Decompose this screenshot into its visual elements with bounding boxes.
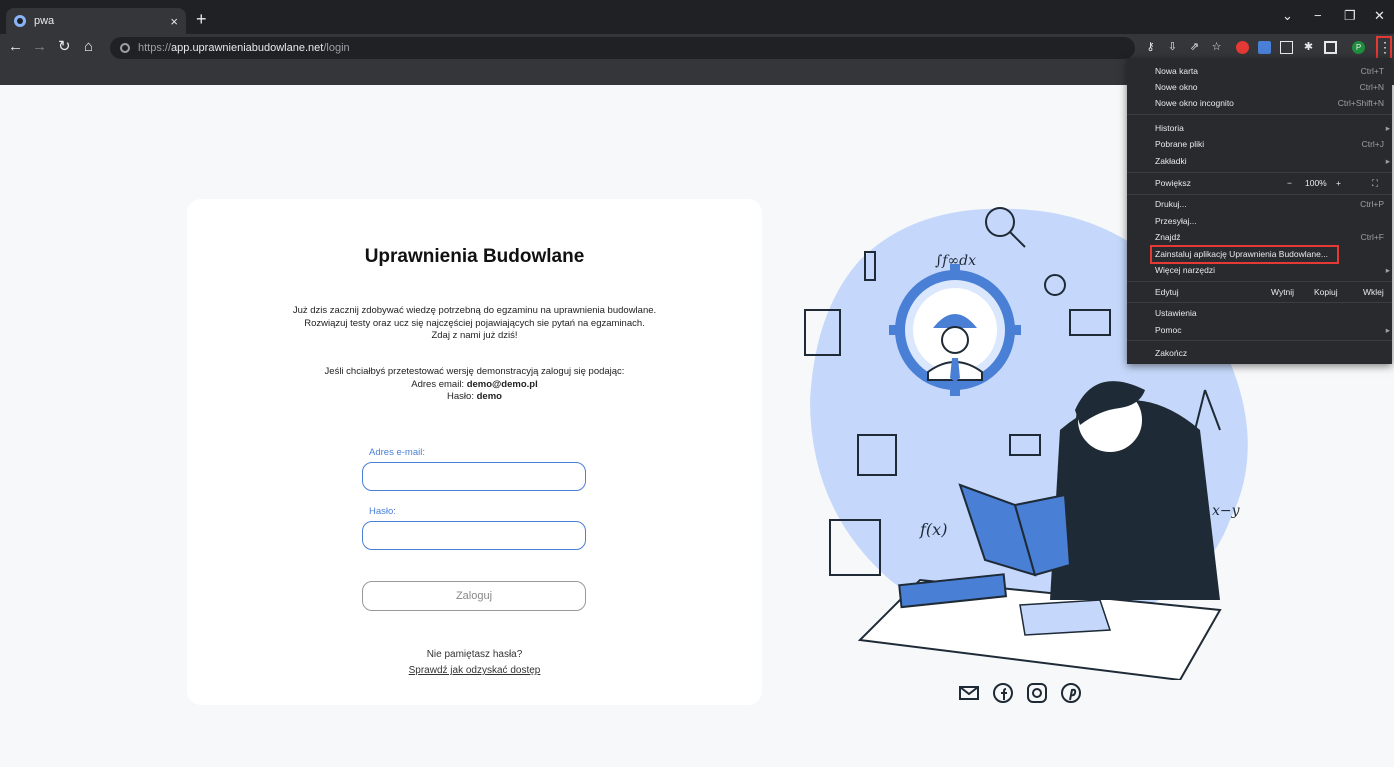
demo-password: Hasło: demo [447, 391, 502, 402]
menu-item-new-window[interactable]: Nowe okno Ctrl+N [1127, 79, 1392, 95]
menu-separator [1127, 172, 1392, 173]
instagram-icon[interactable] [1026, 682, 1048, 704]
forgot-password-text: Nie pamiętasz hasła? [426, 649, 523, 660]
demo-intro: Jeśli chciałbyś przetestować wersję demo… [324, 366, 625, 377]
bookmark-star-icon[interactable]: ☆ [1210, 41, 1223, 54]
minimize-button[interactable]: − [1314, 8, 1322, 23]
extension-screen-icon[interactable] [1280, 41, 1293, 54]
key-icon[interactable]: ⚷ [1144, 41, 1157, 54]
page-title: Uprawnienia Budowlane [364, 246, 585, 267]
paste-button[interactable]: Wklej [1363, 284, 1384, 300]
tab-close-button[interactable]: × [170, 14, 178, 29]
email-field[interactable] [362, 462, 586, 491]
url-scheme: https:// [138, 42, 172, 54]
integral-formula: ∫f∞dx [935, 253, 976, 269]
demo-email-value: demo@demo.pl [466, 378, 538, 390]
site-info-icon[interactable] [120, 43, 130, 53]
home-icon[interactable]: ⌂ [84, 39, 93, 55]
install-app-icon[interactable]: ⇩ [1166, 41, 1179, 54]
fullscreen-icon[interactable]: ⛶ [1372, 175, 1378, 191]
chrome-menu: Nowa karta Ctrl+T Nowe okno Ctrl+N Nowe ok… [1127, 58, 1392, 364]
side-panel-icon[interactable] [1324, 41, 1337, 54]
menu-separator [1127, 302, 1392, 303]
zoom-level: 100% [1305, 178, 1327, 188]
email-label: Adres e-mail: [369, 447, 425, 458]
new-tab-button[interactable]: + [196, 10, 207, 28]
extension-blue-icon[interactable] [1258, 41, 1271, 54]
back-icon[interactable]: ← [8, 39, 23, 55]
forward-icon[interactable]: → [32, 39, 47, 55]
recover-access-link[interactable]: Sprawdź jak odzyskać dostęp [187, 665, 762, 676]
menu-separator [1127, 340, 1392, 341]
menu-separator [1127, 194, 1392, 195]
pinterest-icon[interactable] [1060, 682, 1082, 704]
social-links [958, 682, 1082, 704]
profile-avatar[interactable]: P [1352, 41, 1365, 54]
demo-password-value: demo [476, 391, 502, 402]
facebook-icon[interactable] [992, 682, 1014, 704]
intro-line: Rozwiązuj testy oraz ucz się najczęściej… [304, 317, 645, 329]
menu-item-edit: Edytuj Wytnij Kopiuj Wklej [1127, 284, 1392, 300]
difference-formula: x−y [1212, 503, 1241, 519]
menu-item-zoom: Powiększ − 100% + ⛶ [1127, 175, 1392, 191]
menu-item-incognito[interactable]: Nowe okno incognito Ctrl+Shift+N [1127, 95, 1392, 111]
login-card: Uprawnienia Budowlane Już dzis zacznij z… [187, 199, 762, 705]
copy-button[interactable]: Kopiuj [1314, 284, 1338, 300]
demo-email: Adres email: demo@demo.pl [411, 378, 538, 390]
extension-red-icon[interactable] [1236, 41, 1249, 54]
browser-title-bar: pwa × + ⌄ − ❐ ✕ [0, 0, 1394, 34]
menu-item-settings[interactable]: Ustawienia [1127, 305, 1392, 321]
login-button[interactable]: Zaloguj [362, 581, 586, 611]
menu-item-bookmarks[interactable]: Zakładki ▸ [1127, 153, 1392, 169]
menu-item-more-tools[interactable]: Więcej narzędzi ▸ [1127, 262, 1392, 278]
paper-sheet [1019, 599, 1112, 636]
demo-info: Jeśli chciałbyś przetestować wersję demo… [187, 366, 762, 404]
tab-title: pwa [34, 15, 55, 27]
menu-item-help[interactable]: Pomoc ▸ [1127, 322, 1392, 338]
menu-item-exit[interactable]: Zakończ [1127, 345, 1392, 361]
browser-tab[interactable]: pwa × [6, 8, 186, 34]
intro-line: Zdaj z nami już dziś! [431, 330, 518, 341]
close-window-button[interactable]: ✕ [1374, 8, 1385, 24]
tab-search-icon[interactable]: ⌄ [1282, 8, 1293, 24]
password-field[interactable] [362, 521, 586, 550]
menu-item-history[interactable]: Historia ▸ [1127, 120, 1392, 136]
intro-line: Już dzis zacznij zdobywać wiedzę potrzeb… [292, 305, 657, 316]
zoom-out-button[interactable]: − [1287, 175, 1292, 191]
zoom-in-button[interactable]: + [1336, 175, 1341, 191]
extensions-puzzle-icon[interactable]: ✱ [1302, 41, 1315, 54]
globe-icon [14, 15, 26, 27]
address-bar[interactable]: https://app.uprawnieniabudowlane.net/log… [110, 37, 1135, 59]
url-path: /login [323, 42, 350, 54]
intro-text: Już dzis zacznij zdobywać wiedzę potrzeb… [187, 305, 762, 343]
menu-item-new-tab[interactable]: Nowa karta Ctrl+T [1127, 63, 1392, 79]
menu-item-downloads[interactable]: Pobrane pliki Ctrl+J [1127, 136, 1392, 152]
function-formula: f(x) [919, 520, 947, 539]
share-icon[interactable]: ⇗ [1188, 41, 1201, 54]
menu-item-find[interactable]: Znajdź Ctrl+F [1127, 229, 1392, 245]
url-host: app.uprawnieniabudowlane.net [171, 42, 324, 54]
password-label: Hasło: [369, 506, 396, 517]
reload-icon[interactable]: ↻ [58, 39, 71, 55]
email-icon[interactable] [958, 682, 980, 704]
install-highlight-box [1150, 245, 1339, 264]
menu-separator [1127, 114, 1392, 115]
cut-button[interactable]: Wytnij [1271, 284, 1294, 300]
menu-separator [1127, 281, 1392, 282]
menu-item-cast[interactable]: Przesyłaj... [1127, 213, 1392, 229]
chrome-menu-button[interactable]: ⋮ [1376, 36, 1392, 60]
restore-button[interactable]: ❐ [1344, 8, 1356, 24]
menu-item-print[interactable]: Drukuj... Ctrl+P [1127, 196, 1392, 212]
